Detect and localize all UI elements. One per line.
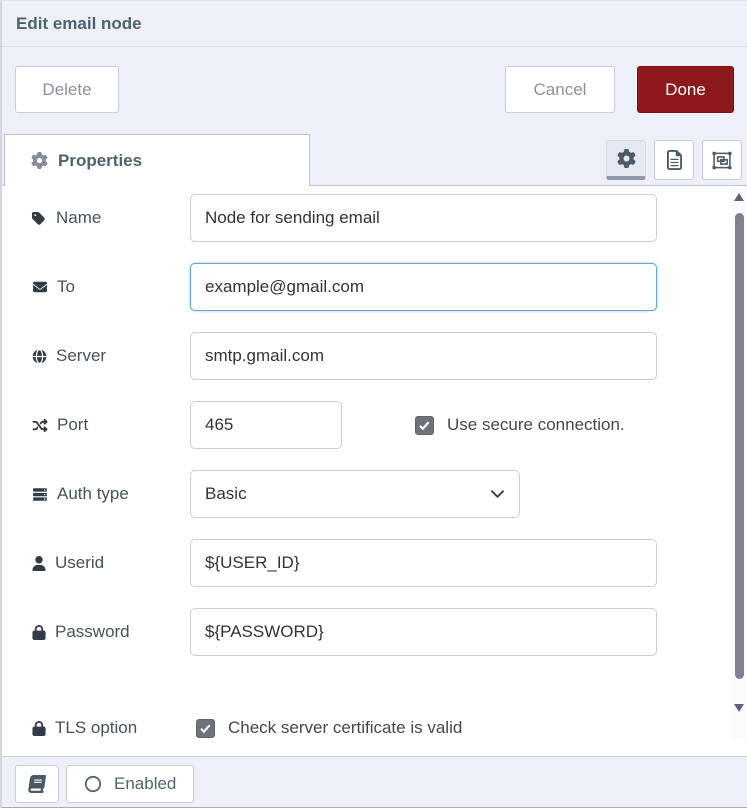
book-icon	[28, 775, 46, 793]
to-label: To	[32, 277, 190, 297]
form-row-port: Port Use secure connection.	[32, 401, 747, 449]
dialog-toolbar: Delete Cancel Done	[2, 47, 747, 134]
shuffle-icon	[32, 418, 48, 433]
userid-label: Userid	[32, 553, 190, 573]
form-row-tls-option: TLS option Check server certificate is v…	[32, 704, 747, 739]
dialog-title: Edit email node	[16, 14, 142, 34]
globe-icon	[32, 349, 47, 364]
form-row-userid: Userid	[32, 539, 747, 587]
lock-icon	[32, 721, 46, 736]
auth-type-select[interactable]: Basic	[190, 470, 520, 518]
tls-option-label: TLS option	[32, 718, 190, 738]
tab-bar: Properties	[2, 134, 747, 186]
envelope-icon	[32, 280, 48, 294]
secure-connection-checkbox[interactable]	[415, 416, 434, 435]
enabled-label: Enabled	[114, 774, 176, 794]
password-label: Password	[32, 622, 190, 642]
done-button[interactable]: Done	[637, 66, 734, 113]
properties-panel: Name To Server	[2, 186, 747, 756]
tls-verify-checkbox[interactable]	[196, 719, 215, 738]
to-input[interactable]	[190, 263, 657, 311]
form-row-password: Password	[32, 608, 747, 656]
server-label: Server	[32, 346, 190, 366]
lock-icon	[32, 625, 46, 640]
appearance-button[interactable]	[702, 140, 742, 180]
scroll-down-arrow-icon[interactable]	[734, 704, 744, 712]
auth-type-label: Auth type	[32, 484, 190, 504]
gear-icon	[617, 149, 636, 168]
vertical-scrollbar[interactable]	[732, 186, 747, 739]
tab-properties-label: Properties	[58, 151, 142, 171]
file-lines-icon	[666, 150, 683, 170]
node-enabled-toggle[interactable]: Enabled	[66, 765, 194, 803]
tab-properties[interactable]: Properties	[4, 134, 310, 186]
edit-email-node-dialog: Edit email node Delete Cancel Done Prope…	[0, 0, 747, 808]
user-icon	[32, 556, 46, 571]
chevron-down-icon	[490, 489, 505, 499]
docs-button[interactable]	[15, 765, 59, 803]
description-button[interactable]	[654, 140, 694, 180]
tag-icon	[32, 211, 47, 226]
tab-toolbar	[606, 140, 742, 180]
name-label: Name	[32, 208, 190, 228]
form-row-auth-type: Auth type Basic	[32, 470, 747, 518]
auth-type-selected-value: Basic	[205, 484, 247, 504]
object-group-icon	[711, 151, 733, 170]
gear-icon	[31, 152, 48, 169]
port-label: Port	[32, 415, 190, 435]
form-row-server: Server	[32, 332, 747, 380]
form-row-name: Name	[32, 194, 747, 242]
form-row-to: To	[32, 263, 747, 311]
port-input[interactable]	[190, 401, 342, 449]
userid-input[interactable]	[190, 539, 657, 587]
scroll-up-arrow-icon[interactable]	[734, 193, 744, 201]
secure-connection-label: Use secure connection.	[447, 415, 625, 435]
properties-form: Name To Server	[2, 186, 747, 739]
dialog-footer: Enabled	[2, 756, 747, 808]
delete-button[interactable]: Delete	[15, 66, 119, 113]
server-stack-icon	[32, 487, 48, 502]
properties-gear-button[interactable]	[606, 140, 646, 180]
cancel-button[interactable]: Cancel	[505, 66, 615, 113]
password-input[interactable]	[190, 608, 657, 656]
dialog-header: Edit email node	[2, 1, 747, 47]
scrollbar-thumb[interactable]	[735, 213, 744, 679]
tls-verify-label: Check server certificate is valid	[228, 718, 462, 738]
server-input[interactable]	[190, 332, 657, 380]
circle-outline-icon	[84, 775, 102, 793]
name-input[interactable]	[190, 194, 657, 242]
